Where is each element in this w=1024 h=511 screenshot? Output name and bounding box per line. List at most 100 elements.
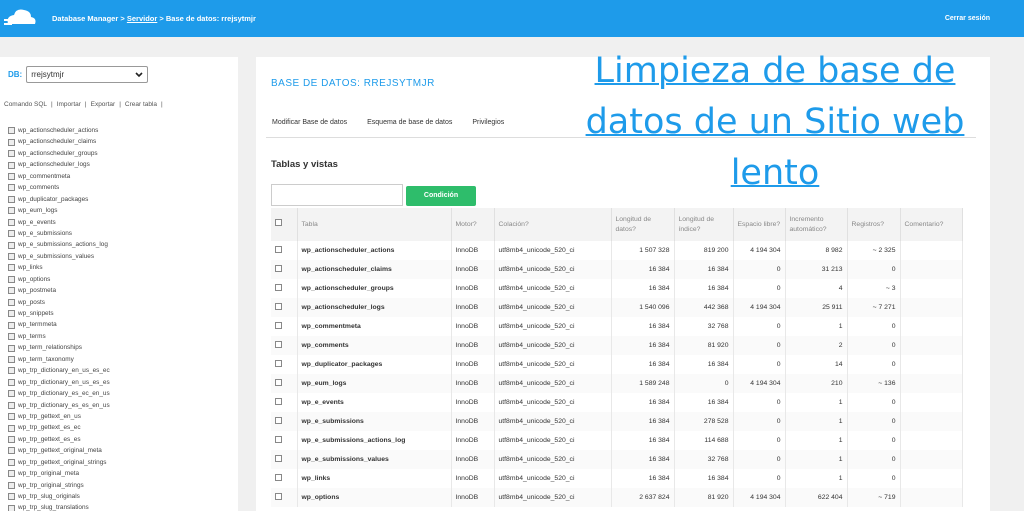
checkbox-icon[interactable]: [275, 493, 282, 500]
sidebar-table-name[interactable]: wp_trp_original_meta: [18, 468, 79, 479]
sidebar-table-name[interactable]: wp_trp_gettext_en_us: [18, 411, 81, 422]
checkbox-icon[interactable]: [275, 341, 282, 348]
sidebar-table-name[interactable]: wp_trp_dictionary_es_ec_en_us: [18, 388, 110, 399]
sidebar-table-item[interactable]: wp_trp_gettext_en_us: [8, 411, 110, 422]
sidebar-table-item[interactable]: wp_trp_gettext_es_es: [8, 434, 110, 445]
table-name-link[interactable]: wp_e_submissions_actions_log: [297, 431, 452, 450]
column-header[interactable]: Longitud de datos?: [611, 208, 675, 241]
sidebar-table-item[interactable]: wp_links: [8, 262, 110, 273]
checkbox-icon[interactable]: [275, 398, 282, 405]
sidebar-table-item[interactable]: wp_actionscheduler_logs: [8, 159, 110, 170]
checkbox-icon[interactable]: [275, 303, 282, 310]
column-header[interactable]: Longitud de índice?: [674, 208, 734, 241]
checkbox-icon[interactable]: [275, 360, 282, 367]
sidebar-table-item[interactable]: wp_trp_slug_translations: [8, 502, 110, 511]
sidebar-table-name[interactable]: wp_terms: [18, 331, 46, 342]
sidebar-table-item[interactable]: wp_terms: [8, 331, 110, 342]
table-name-link[interactable]: wp_actionscheduler_groups: [297, 279, 452, 298]
sidebar-table-name[interactable]: wp_snippets: [18, 308, 54, 319]
sidebar-table-name[interactable]: wp_trp_slug_originals: [18, 491, 80, 502]
sidebar-table-item[interactable]: wp_trp_dictionary_en_us_es_es: [8, 377, 110, 388]
checkbox-icon[interactable]: [275, 474, 282, 481]
db-select[interactable]: rrejsytmjr: [26, 66, 149, 83]
sidebar-table-item[interactable]: wp_commentmeta: [8, 171, 110, 182]
import-link[interactable]: Importar: [57, 101, 81, 108]
checkbox-icon[interactable]: [275, 284, 282, 291]
sidebar-table-item[interactable]: wp_termmeta: [8, 319, 110, 330]
tab-database-schema[interactable]: Esquema de base de datos: [367, 119, 452, 126]
column-header[interactable]: Registros?: [847, 208, 901, 241]
sidebar-table-name[interactable]: wp_term_taxonomy: [18, 354, 74, 365]
sidebar-table-name[interactable]: wp_trp_dictionary_en_us_es_es: [18, 377, 110, 388]
breadcrumb-server-link[interactable]: Servidor: [127, 14, 157, 23]
column-header[interactable]: Motor?: [451, 208, 495, 241]
sidebar-table-name[interactable]: wp_trp_original_strings: [18, 480, 84, 491]
sidebar-table-item[interactable]: wp_actionscheduler_groups: [8, 148, 110, 159]
sidebar-table-item[interactable]: wp_trp_gettext_es_ec: [8, 422, 110, 433]
sidebar-table-name[interactable]: wp_eum_logs: [18, 205, 57, 216]
table-name-link[interactable]: wp_links: [297, 469, 452, 488]
create-table-link[interactable]: Crear tabla: [125, 101, 157, 108]
sidebar-table-item[interactable]: wp_trp_dictionary_es_ec_en_us: [8, 388, 110, 399]
table-name-link[interactable]: wp_actionscheduler_actions: [297, 241, 452, 260]
table-name-link[interactable]: wp_e_events: [297, 393, 452, 412]
checkbox-icon[interactable]: [275, 436, 282, 443]
sidebar-table-name[interactable]: wp_duplicator_packages: [18, 194, 88, 205]
column-header[interactable]: Tabla: [297, 208, 452, 241]
sidebar-table-item[interactable]: wp_e_submissions_actions_log: [8, 239, 110, 250]
sidebar-table-name[interactable]: wp_trp_gettext_original_strings: [18, 457, 106, 468]
sidebar-table-item[interactable]: wp_duplicator_packages: [8, 194, 110, 205]
sidebar-table-item[interactable]: wp_snippets: [8, 308, 110, 319]
cloud-logo-icon[interactable]: [4, 6, 38, 30]
sql-command-link[interactable]: Comando SQL: [4, 101, 47, 108]
sidebar-table-name[interactable]: wp_termmeta: [18, 319, 57, 330]
sidebar-table-name[interactable]: wp_e_submissions_values: [18, 251, 94, 262]
sidebar-table-item[interactable]: wp_trp_original_meta: [8, 468, 110, 479]
sidebar-table-item[interactable]: wp_trp_dictionary_en_us_es_ec: [8, 365, 110, 376]
sidebar-table-item[interactable]: wp_trp_slug_originals: [8, 491, 110, 502]
table-name-link[interactable]: wp_e_submissions: [297, 412, 452, 431]
checkbox-icon[interactable]: [275, 455, 282, 462]
checkbox-icon[interactable]: [275, 417, 282, 424]
sidebar-table-item[interactable]: wp_eum_logs: [8, 205, 110, 216]
sidebar-table-item[interactable]: wp_actionscheduler_actions: [8, 125, 110, 136]
sidebar-table-item[interactable]: wp_comments: [8, 182, 110, 193]
checkbox-icon[interactable]: [275, 219, 282, 226]
column-header[interactable]: Espacio libre?: [733, 208, 786, 241]
sidebar-table-item[interactable]: wp_trp_original_strings: [8, 480, 110, 491]
sidebar-table-item[interactable]: wp_trp_dictionary_es_es_en_us: [8, 400, 110, 411]
sidebar-table-name[interactable]: wp_options: [18, 274, 50, 285]
tab-modify-database[interactable]: Modificar Base de datos: [272, 119, 347, 126]
table-name-link[interactable]: wp_actionscheduler_claims: [297, 260, 452, 279]
sidebar-table-name[interactable]: wp_actionscheduler_actions: [18, 125, 98, 136]
sidebar-table-name[interactable]: wp_trp_gettext_original_meta: [18, 445, 102, 456]
column-header[interactable]: Comentario?: [900, 208, 963, 241]
sidebar-table-item[interactable]: wp_term_relationships: [8, 342, 110, 353]
table-name-link[interactable]: wp_duplicator_packages: [297, 355, 452, 374]
column-header[interactable]: Colación?: [494, 208, 612, 241]
sidebar-table-item[interactable]: wp_trp_gettext_original_strings: [8, 457, 110, 468]
sidebar-table-name[interactable]: wp_posts: [18, 297, 45, 308]
sidebar-table-name[interactable]: wp_trp_dictionary_es_es_en_us: [18, 400, 110, 411]
sidebar-table-name[interactable]: wp_commentmeta: [18, 171, 70, 182]
sidebar-table-item[interactable]: wp_posts: [8, 297, 110, 308]
sidebar-table-name[interactable]: wp_actionscheduler_claims: [18, 136, 96, 147]
sidebar-table-item[interactable]: wp_e_submissions: [8, 228, 110, 239]
sidebar-table-name[interactable]: wp_actionscheduler_logs: [18, 159, 90, 170]
table-name-link[interactable]: wp_actionscheduler_logs: [297, 298, 452, 317]
sidebar-table-item[interactable]: wp_term_taxonomy: [8, 354, 110, 365]
table-name-link[interactable]: wp_comments: [297, 336, 452, 355]
sidebar-table-name[interactable]: wp_trp_gettext_es_ec: [18, 422, 81, 433]
table-name-link[interactable]: wp_commentmeta: [297, 317, 452, 336]
sidebar-table-name[interactable]: wp_trp_slug_translations: [18, 502, 89, 511]
tab-privileges[interactable]: Privilegios: [472, 119, 504, 126]
checkbox-icon[interactable]: [275, 265, 282, 272]
sidebar-table-name[interactable]: wp_links: [18, 262, 43, 273]
column-header[interactable]: Incremento automático?: [785, 208, 848, 241]
export-link[interactable]: Exportar: [91, 101, 116, 108]
sidebar-table-name[interactable]: wp_comments: [18, 182, 59, 193]
sidebar-table-name[interactable]: wp_postmeta: [18, 285, 56, 296]
filter-input[interactable]: [271, 184, 403, 206]
sidebar-table-name[interactable]: wp_e_submissions_actions_log: [18, 239, 108, 250]
checkbox-icon[interactable]: [275, 246, 282, 253]
